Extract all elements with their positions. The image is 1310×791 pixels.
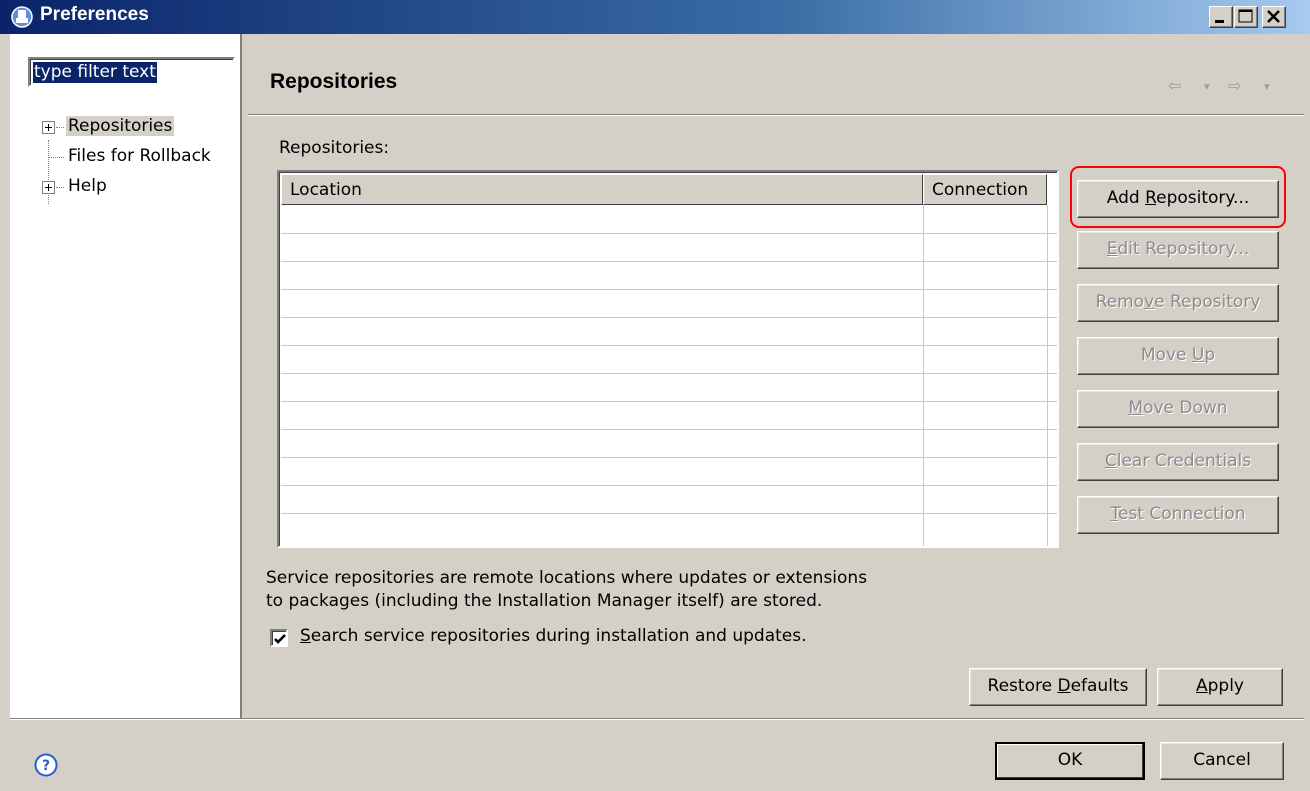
mnemonic: U — [1191, 345, 1205, 365]
back-menu-icon[interactable]: ▾ — [1204, 80, 1210, 93]
mnemonic: v — [1144, 292, 1155, 312]
remove-repository-button[interactable]: Remove Repository — [1077, 284, 1279, 322]
column-divider — [923, 205, 924, 546]
button-label: pply — [1207, 676, 1244, 696]
window-title: Preferences — [40, 4, 149, 25]
repositories-table[interactable]: Location Connection — [277, 170, 1059, 548]
expand-icon[interactable] — [42, 121, 55, 134]
table-header: Location Connection — [281, 174, 1057, 205]
table-row[interactable] — [281, 485, 1057, 486]
checkmark-icon — [274, 634, 286, 644]
minimize-icon — [1215, 20, 1224, 23]
description-line: Service repositories are remote location… — [266, 568, 868, 588]
button-label: est Connection — [1117, 504, 1246, 524]
move-up-button[interactable]: Move Up — [1077, 337, 1279, 375]
repositories-label: Repositories: — [279, 138, 390, 158]
button-label: e Repository — [1154, 292, 1261, 312]
checkbox-text: earch service repositories during instal… — [310, 626, 807, 646]
filter-text: type filter text — [33, 62, 157, 83]
column-header-connection[interactable]: Connection — [923, 174, 1047, 205]
close-icon — [1267, 10, 1280, 23]
mnemonic: M — [1128, 398, 1144, 418]
help-icon[interactable]: ? — [34, 753, 58, 777]
tree-line — [56, 187, 64, 188]
table-row[interactable] — [281, 289, 1057, 290]
preferences-tree-panel: type filter text Repositories Files for … — [10, 34, 242, 718]
page-title: Repositories — [270, 70, 398, 93]
app-icon — [11, 6, 33, 28]
forward-arrow-icon[interactable]: ⇨ — [1228, 76, 1241, 95]
button-label: efaults — [1070, 676, 1129, 696]
search-service-repositories-label[interactable]: Search service repositories during insta… — [300, 626, 807, 646]
table-row[interactable] — [281, 345, 1057, 346]
table-row[interactable] — [281, 261, 1057, 262]
filter-input[interactable]: type filter text — [28, 57, 235, 87]
mnemonic: E — [1106, 239, 1118, 259]
button-label: p — [1204, 345, 1216, 365]
description-line: to packages (including the Installation … — [266, 591, 823, 611]
column-header-location[interactable]: Location — [281, 174, 923, 205]
tree-item-repositories[interactable]: Repositories — [20, 114, 220, 142]
tree-item-files-for-rollback[interactable]: Files for Rollback — [20, 144, 240, 172]
move-down-button[interactable]: Move Down — [1077, 390, 1279, 428]
apply-button[interactable]: Apply — [1157, 668, 1283, 706]
mnemonic: T — [1110, 504, 1118, 524]
column-divider — [1047, 205, 1048, 546]
table-row[interactable] — [281, 373, 1057, 374]
table-row[interactable] — [281, 317, 1057, 318]
table-row[interactable] — [281, 233, 1057, 234]
header-divider — [248, 114, 1304, 116]
highlight-ring — [1070, 166, 1286, 228]
history-navigation: ⇦ ▾ ⇨ ▾ — [1168, 76, 1298, 96]
title-bar[interactable]: Preferences — [0, 0, 1310, 34]
cancel-button[interactable]: Cancel — [1160, 742, 1284, 780]
button-label: Move — [1140, 345, 1192, 365]
button-label: Restore — [987, 676, 1058, 696]
restore-defaults-button[interactable]: Restore Defaults — [969, 668, 1147, 706]
search-service-repositories-checkbox[interactable] — [270, 629, 288, 647]
back-arrow-icon[interactable]: ⇦ — [1168, 76, 1181, 95]
mnemonic: S — [300, 626, 311, 646]
minimize-button[interactable] — [1209, 6, 1233, 28]
forward-menu-icon[interactable]: ▾ — [1264, 80, 1270, 93]
mnemonic: C — [1104, 451, 1117, 471]
svg-text:?: ? — [42, 758, 50, 774]
mnemonic: A — [1195, 676, 1208, 696]
button-label: Remo — [1095, 292, 1145, 312]
tree-item-help[interactable]: Help — [20, 174, 220, 202]
table-row[interactable] — [281, 429, 1057, 430]
button-label: dit Repository... — [1117, 239, 1250, 259]
button-label: lear Credentials — [1116, 451, 1252, 471]
tree-item-label: Repositories — [66, 116, 175, 136]
tree-item-label: Help — [68, 176, 107, 196]
edit-repository-button[interactable]: Edit Repository... — [1077, 231, 1279, 269]
tree-item-label: Files for Rollback — [68, 146, 211, 166]
button-label: ove Down — [1143, 398, 1228, 418]
tree-line — [56, 127, 64, 128]
table-row[interactable] — [281, 401, 1057, 402]
table-row[interactable] — [281, 513, 1057, 514]
test-connection-button[interactable]: Test Connection — [1077, 496, 1279, 534]
maximize-button[interactable] — [1234, 6, 1258, 28]
mnemonic: D — [1057, 676, 1071, 696]
table-row[interactable] — [281, 457, 1057, 458]
ok-button[interactable]: OK — [995, 742, 1145, 780]
description-text: Service repositories are remote location… — [266, 567, 867, 613]
close-button[interactable] — [1262, 6, 1286, 28]
clear-credentials-button[interactable]: Clear Credentials — [1077, 443, 1279, 481]
expand-icon[interactable] — [42, 181, 55, 194]
tree-line — [49, 157, 64, 158]
maximize-icon — [1238, 9, 1253, 23]
footer-divider — [10, 718, 1304, 720]
